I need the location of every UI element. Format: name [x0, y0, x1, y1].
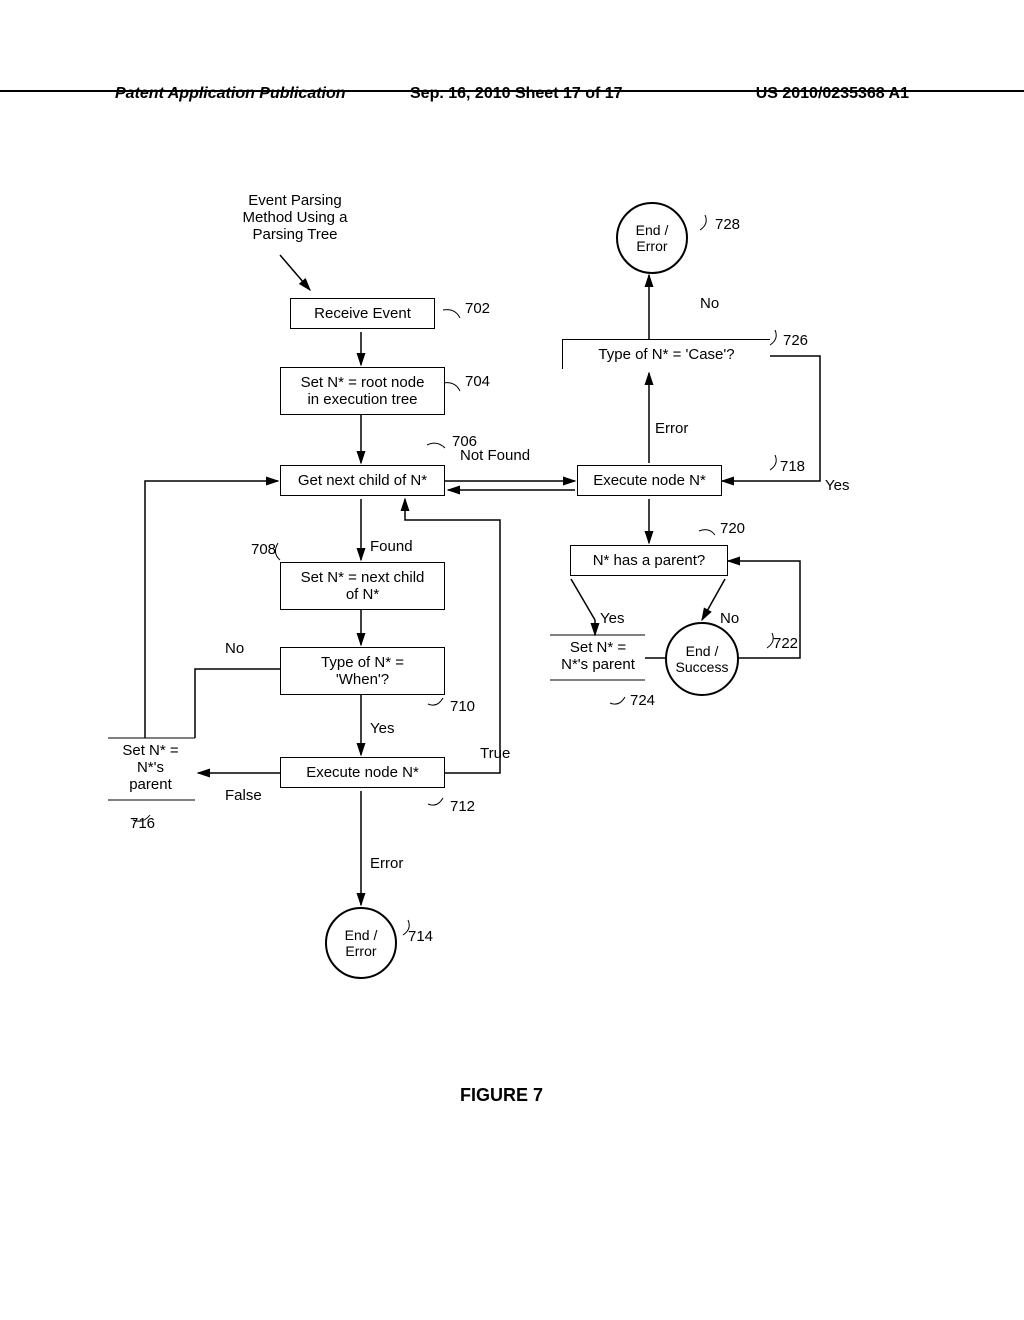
edge-yes-726: Yes	[825, 477, 849, 494]
title-line1: Event Parsing	[225, 192, 365, 209]
ref-702: 702	[465, 300, 490, 317]
c714-l1: End /	[345, 927, 378, 943]
figure-label: FIGURE 7	[460, 1085, 543, 1106]
ref-724: 724	[630, 692, 655, 709]
ref-708: 708	[251, 541, 276, 558]
box-726-text: Type of N* = 'Case'?	[598, 346, 734, 363]
flowchart-diagram: Event Parsing Method Using a Parsing Tre…	[0, 180, 1024, 1180]
ref-712: 712	[450, 798, 475, 815]
c722-l2: Success	[676, 659, 729, 675]
c722-l1: End /	[676, 643, 729, 659]
edge-no-726: No	[700, 295, 719, 312]
box-720: N* has a parent?	[570, 545, 728, 576]
ref-710: 710	[450, 698, 475, 715]
connectors	[0, 180, 1024, 1180]
ref-704: 704	[465, 373, 490, 390]
box-718: Execute node N*	[577, 465, 722, 496]
box-708-l1: Set N* = next child	[291, 569, 434, 586]
box-702-text: Receive Event	[314, 305, 411, 322]
box-704-l1: Set N* = root node	[291, 374, 434, 391]
box-706-text: Get next child of N*	[298, 472, 427, 489]
ref-718: 718	[780, 458, 805, 475]
ref-716: 716	[130, 815, 155, 832]
box-724: Set N* = N*'s parent	[553, 639, 643, 673]
box-712-text: Execute node N*	[306, 764, 419, 781]
diagram-title: Event Parsing Method Using a Parsing Tre…	[225, 192, 365, 243]
title-line3: Parsing Tree	[225, 226, 365, 243]
header-center: Sep. 16, 2010 Sheet 17 of 17	[410, 85, 623, 103]
box-702: Receive Event	[290, 298, 435, 329]
header-left: Patent Application Publication	[115, 85, 346, 103]
c728-l2: Error	[636, 238, 669, 254]
b716-l3: parent	[108, 776, 193, 793]
circle-714: End / Error	[325, 907, 397, 979]
c728-l1: End /	[636, 222, 669, 238]
box-708: Set N* = next child of N*	[280, 562, 445, 610]
box-720-text: N* has a parent?	[593, 552, 706, 569]
edge-yes-710: Yes	[370, 720, 394, 737]
page-header: Patent Application Publication Sep. 16, …	[0, 85, 1024, 92]
b716-l2: N*'s	[108, 759, 193, 776]
edge-no-710: No	[225, 640, 244, 657]
header-right: US 2010/0235368 A1	[756, 85, 909, 103]
edge-found: Found	[370, 538, 413, 555]
box-718-text: Execute node N*	[593, 472, 706, 489]
circle-722: End / Success	[665, 622, 739, 696]
box-716: Set N* = N*'s parent	[108, 742, 193, 793]
edge-yes-720: Yes	[600, 610, 624, 627]
ref-722: 722	[773, 635, 798, 652]
b716-l1: Set N* =	[108, 742, 193, 759]
c714-l2: Error	[345, 943, 378, 959]
ref-706: 706	[452, 433, 477, 450]
edge-error-714: Error	[370, 855, 403, 872]
box-710-l2: 'When'?	[291, 671, 434, 688]
title-line2: Method Using a	[225, 209, 365, 226]
ref-714: 714	[408, 928, 433, 945]
box-708-l2: of N*	[291, 586, 434, 603]
box-710-l1: Type of N* =	[291, 654, 434, 671]
edge-error-718: Error	[655, 420, 688, 437]
edge-true: True	[480, 745, 510, 762]
ref-728: 728	[715, 216, 740, 233]
b724-l1: Set N* =	[553, 639, 643, 656]
box-712: Execute node N*	[280, 757, 445, 788]
box-726: Type of N* = 'Case'?	[562, 339, 770, 369]
box-704: Set N* = root node in execution tree	[280, 367, 445, 415]
box-706: Get next child of N*	[280, 465, 445, 496]
b724-l2: N*'s parent	[553, 656, 643, 673]
box-704-l2: in execution tree	[291, 391, 434, 408]
ref-726: 726	[783, 332, 808, 349]
circle-728: End / Error	[616, 202, 688, 274]
edge-false: False	[225, 787, 262, 804]
ref-720: 720	[720, 520, 745, 537]
box-710: Type of N* = 'When'?	[280, 647, 445, 695]
edge-no-720: No	[720, 610, 739, 627]
